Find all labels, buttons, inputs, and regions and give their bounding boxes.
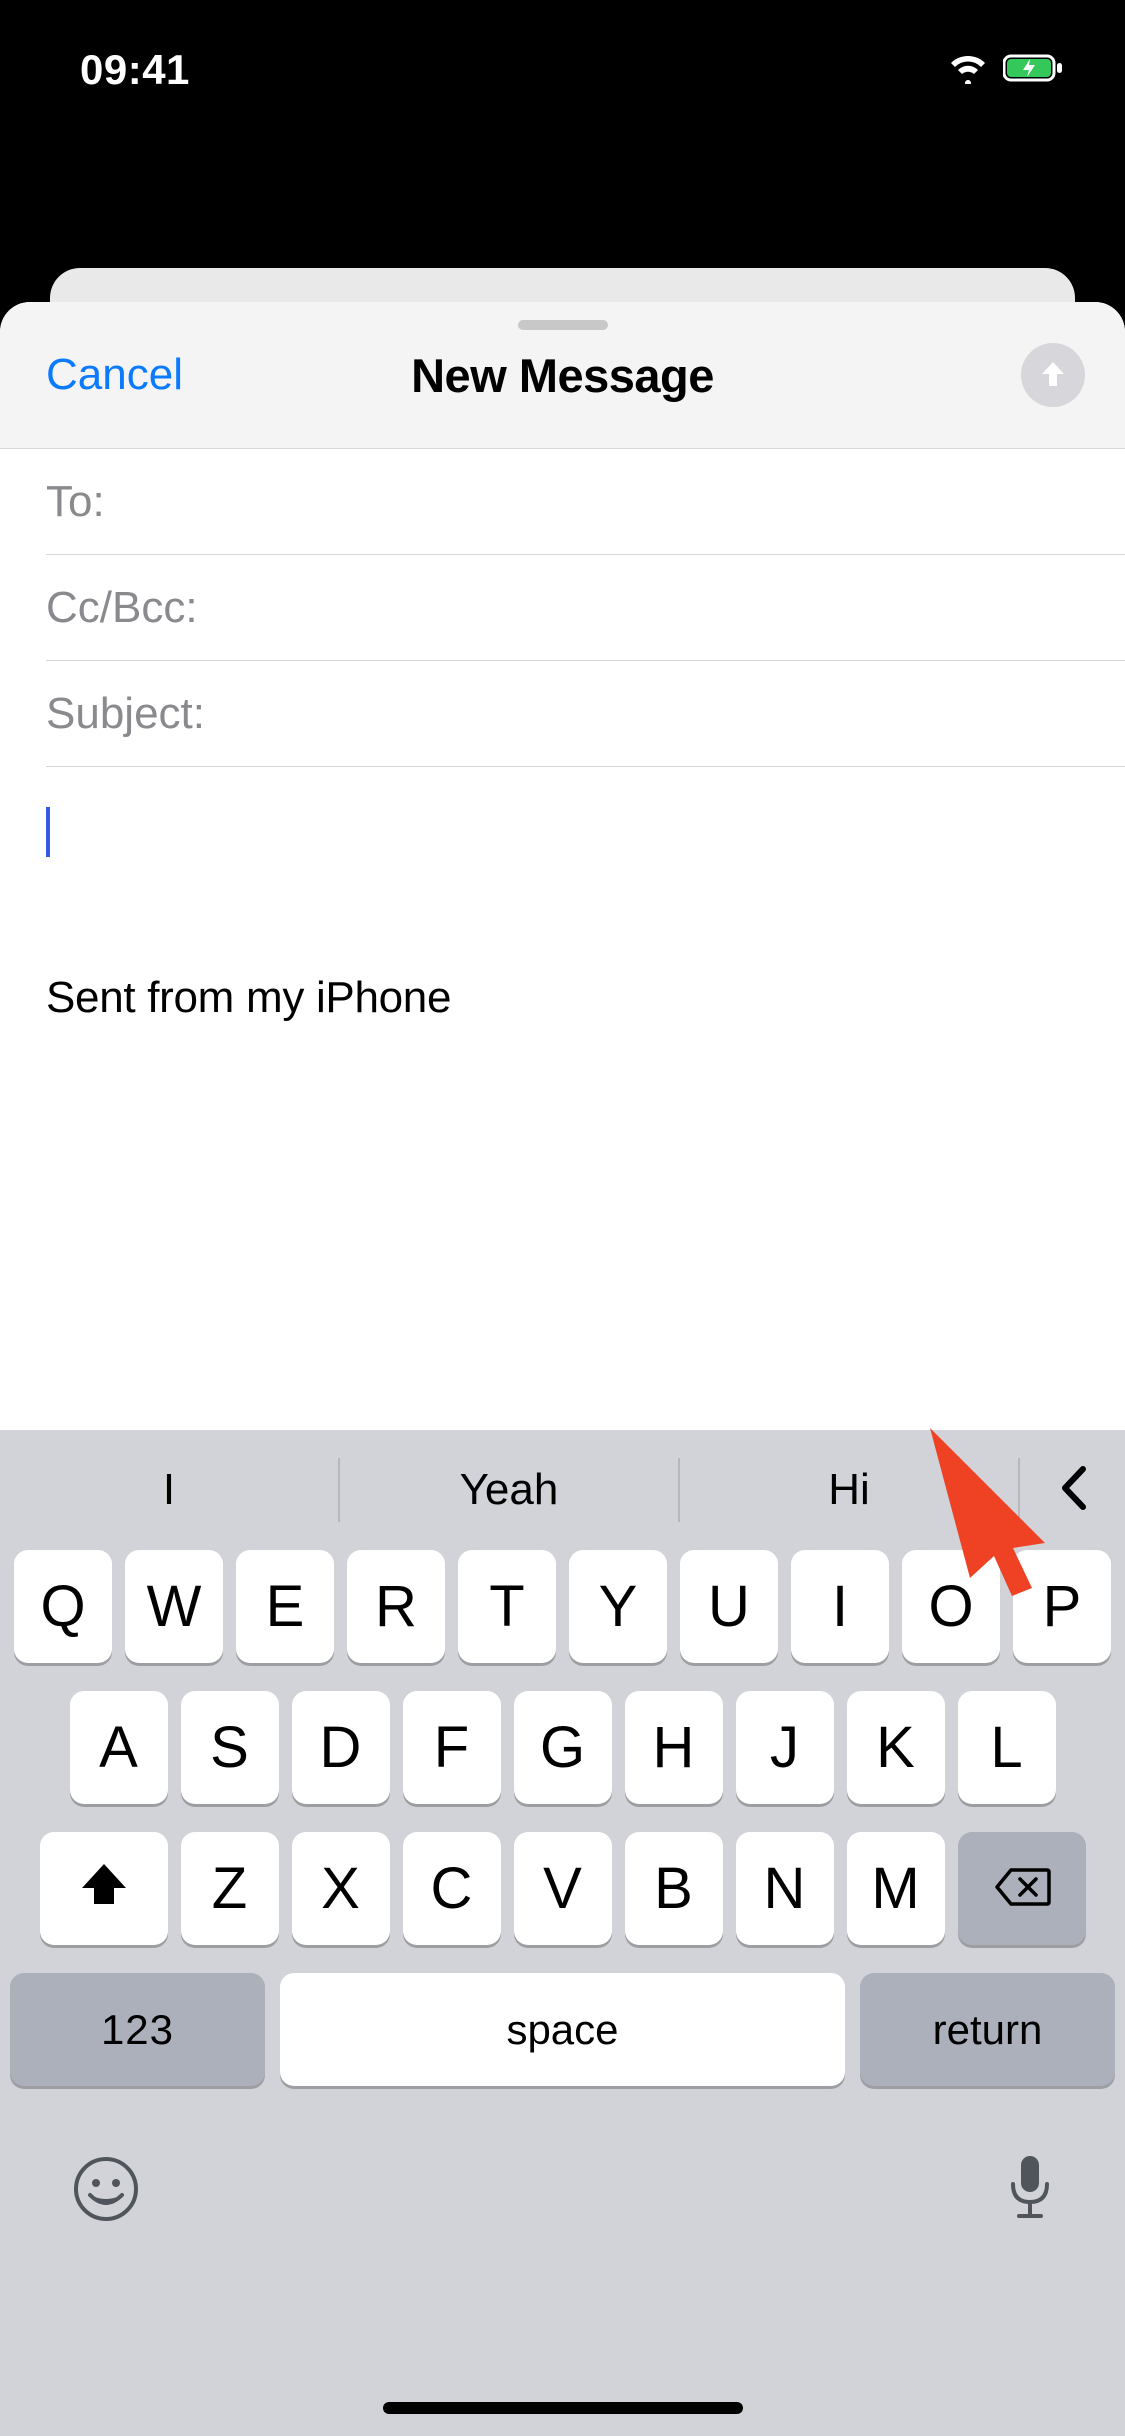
to-label: To: <box>46 477 105 527</box>
wifi-icon <box>947 52 989 89</box>
dictation-button[interactable] <box>1005 2152 1055 2231</box>
key-e[interactable]: E <box>236 1550 334 1663</box>
status-time: 09:41 <box>80 46 190 94</box>
key-row-2: A S D F G H J K L <box>10 1691 1115 1804</box>
key-return[interactable]: return <box>860 1973 1115 2086</box>
key-row-3: Z X C V B N M <box>10 1832 1115 1945</box>
prediction-2[interactable]: Yeah <box>340 1465 678 1515</box>
key-q[interactable]: Q <box>14 1550 112 1663</box>
key-c[interactable]: C <box>403 1832 501 1945</box>
fields-area: To: Cc/Bcc: Subject: <box>0 449 1125 767</box>
sheet-grabber[interactable] <box>518 320 608 330</box>
key-m[interactable]: M <box>847 1832 945 1945</box>
send-button[interactable] <box>1021 343 1085 407</box>
backspace-icon <box>993 1855 1051 1922</box>
key-s[interactable]: S <box>181 1691 279 1804</box>
subject-label: Subject: <box>46 689 205 739</box>
signature-text: Sent from my iPhone <box>46 973 1079 1023</box>
key-u[interactable]: U <box>680 1550 778 1663</box>
key-v[interactable]: V <box>514 1832 612 1945</box>
key-row-4: 123 space return <box>10 1973 1115 2086</box>
prediction-bar: I Yeah Hi <box>0 1430 1125 1550</box>
key-j[interactable]: J <box>736 1691 834 1804</box>
cancel-button[interactable]: Cancel <box>46 350 183 400</box>
key-t[interactable]: T <box>458 1550 556 1663</box>
status-icons-group <box>947 52 1065 89</box>
key-x[interactable]: X <box>292 1832 390 1945</box>
to-field[interactable]: To: <box>0 449 1125 555</box>
sheet-title: New Message <box>411 348 714 403</box>
key-y[interactable]: Y <box>569 1550 667 1663</box>
prediction-collapse-button[interactable] <box>1020 1465 1125 1516</box>
key-g[interactable]: G <box>514 1691 612 1804</box>
key-backspace[interactable] <box>958 1832 1086 1945</box>
subject-field[interactable]: Subject: <box>0 661 1125 767</box>
battery-charging-icon <box>1003 53 1065 88</box>
key-n[interactable]: N <box>736 1832 834 1945</box>
keyboard-bottom-row <box>0 2132 1125 2231</box>
key-w[interactable]: W <box>125 1550 223 1663</box>
key-d[interactable]: D <box>292 1691 390 1804</box>
key-shift[interactable] <box>40 1832 168 1945</box>
text-cursor <box>46 807 50 857</box>
sheet-header: Cancel New Message <box>0 302 1125 449</box>
key-f[interactable]: F <box>403 1691 501 1804</box>
emoji-button[interactable] <box>70 2153 142 2230</box>
key-numeric[interactable]: 123 <box>10 1973 265 2086</box>
arrow-up-icon <box>1036 356 1070 395</box>
key-k[interactable]: K <box>847 1691 945 1804</box>
status-bar: 09:41 <box>0 0 1125 140</box>
key-rows: Q W E R T Y U I O P A S D F G H J K L <box>0 1550 1125 2132</box>
prediction-3[interactable]: Hi <box>680 1465 1018 1515</box>
ccbcc-field[interactable]: Cc/Bcc: <box>0 555 1125 661</box>
key-a[interactable]: A <box>70 1691 168 1804</box>
chevron-left-icon <box>1058 1465 1088 1516</box>
key-o[interactable]: O <box>902 1550 1000 1663</box>
key-p[interactable]: P <box>1013 1550 1111 1663</box>
shift-icon <box>78 1855 130 1922</box>
key-h[interactable]: H <box>625 1691 723 1804</box>
key-space[interactable]: space <box>280 1973 845 2086</box>
key-row-1: Q W E R T Y U I O P <box>10 1550 1115 1663</box>
key-z[interactable]: Z <box>181 1832 279 1945</box>
key-i[interactable]: I <box>791 1550 889 1663</box>
home-indicator[interactable] <box>383 2402 743 2414</box>
keyboard: I Yeah Hi Q W E R T Y U I O P A S D F <box>0 1430 1125 2436</box>
key-r[interactable]: R <box>347 1550 445 1663</box>
key-l[interactable]: L <box>958 1691 1056 1804</box>
key-b[interactable]: B <box>625 1832 723 1945</box>
ccbcc-label: Cc/Bcc: <box>46 583 198 633</box>
prediction-1[interactable]: I <box>0 1465 338 1515</box>
